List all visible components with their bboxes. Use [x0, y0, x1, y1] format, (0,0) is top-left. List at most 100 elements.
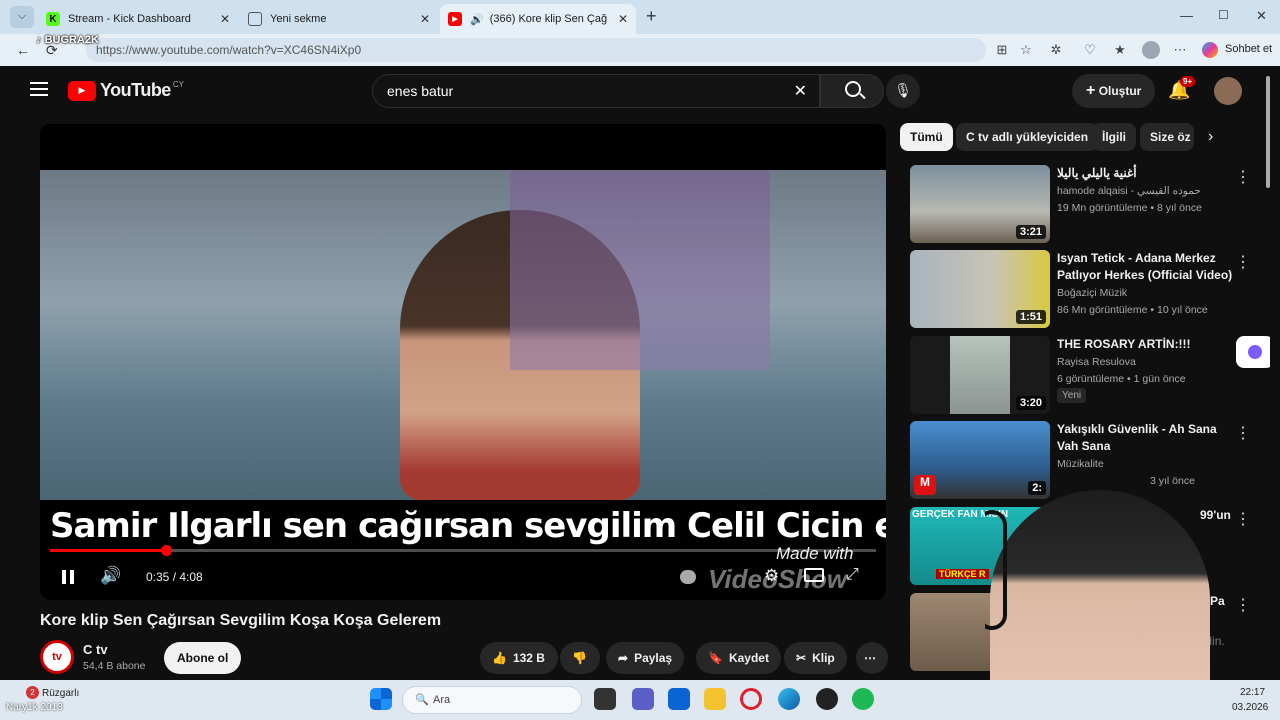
autoplay-toggle[interactable]	[680, 570, 696, 584]
kebab-menu-icon[interactable]: ⋮	[1235, 252, 1251, 272]
subscriber-count: 54,4 B abone	[83, 660, 146, 672]
fullscreen-icon[interactable]: ⤢	[846, 566, 859, 584]
progress-bar[interactable]	[50, 545, 876, 556]
task-view-icon[interactable]	[594, 688, 616, 710]
video-title: Yakışıklı Güvenlik - Ah Sana Vah Sana	[1057, 422, 1217, 453]
maximize-button[interactable]: ☐	[1218, 8, 1229, 22]
pause-button[interactable]	[62, 570, 76, 586]
microphone-icon: 🎙	[894, 82, 912, 98]
list-item[interactable]: 3:21 أغنية ياليلي ياليلا hamode alqaisi …	[910, 165, 1270, 245]
video-thumbnail[interactable]: 3:21	[910, 165, 1050, 243]
kebab-menu-icon[interactable]: ⋮	[1235, 423, 1251, 443]
minimize-button[interactable]: —	[1180, 8, 1193, 23]
teams-icon[interactable]	[632, 688, 654, 710]
close-icon[interactable]: ✕	[420, 12, 430, 26]
account-avatar[interactable]	[1214, 77, 1242, 105]
channel-avatar[interactable]: tv	[40, 640, 74, 674]
tab-newtab[interactable]: Yeni sekme ✕	[240, 4, 438, 34]
video-frame	[40, 170, 886, 500]
assistant-bubble[interactable]	[1236, 336, 1270, 368]
chip-related[interactable]: İlgili	[1092, 123, 1136, 151]
volume-icon: 🔊	[100, 566, 122, 585]
settings-icon[interactable]: ⚙	[764, 566, 779, 586]
video-player[interactable]: Samir Ilgarlı sen cağırsan sevgilim Celi…	[40, 124, 886, 600]
new-tab-button[interactable]: +	[646, 6, 657, 27]
clock-time[interactable]: 22:17	[1240, 687, 1265, 698]
duration-badge: 3:20	[1015, 396, 1046, 410]
edge-icon[interactable]	[778, 688, 800, 710]
obs-icon[interactable]	[816, 688, 838, 710]
close-icon[interactable]: ✕	[618, 12, 628, 26]
notifications-button[interactable]: 🔔 9+	[1168, 76, 1196, 101]
opera-icon[interactable]	[740, 688, 762, 710]
search-button[interactable]	[820, 74, 884, 108]
kick-icon: K	[46, 12, 60, 26]
address-bar[interactable]: https://www.youtube.com/watch?v=XC46SN4i…	[86, 38, 986, 62]
theater-mode-icon[interactable]	[804, 568, 824, 582]
list-item[interactable]: 1:51 Isyan Tetick - Adana Merkez Patlıyo…	[910, 250, 1270, 330]
create-label: Oluştur	[1098, 84, 1142, 98]
search-placeholder: Ara	[433, 694, 451, 706]
more-actions-button[interactable]: ⋯	[856, 642, 888, 674]
browser-essentials-icon[interactable]: ♡	[1082, 42, 1098, 58]
youtube-logo[interactable]: ▶ YouTube CY	[68, 80, 184, 101]
chat-label[interactable]: Sohbet et	[1225, 43, 1272, 55]
store-icon[interactable]	[668, 688, 690, 710]
create-button[interactable]: + Oluştur	[1072, 74, 1156, 108]
channel-name[interactable]: Boğaziçi Müzik	[1057, 287, 1127, 299]
save-button[interactable]: 🔖 Kaydet	[696, 642, 781, 674]
volume-button[interactable]: 🔊	[100, 566, 121, 586]
clear-search-icon[interactable]: ✕	[794, 81, 807, 101]
list-item[interactable]: 3:20 THE ROSARY ARTİN:!!! Rayisa Resulov…	[910, 336, 1270, 416]
share-button[interactable]: ➦ Paylaş	[606, 642, 685, 674]
spotify-icon[interactable]	[852, 688, 874, 710]
video-meta: 86 Mn görüntüleme • 10 yıl önce	[1057, 304, 1208, 316]
start-button[interactable]	[370, 688, 392, 710]
like-button[interactable]: 👍 132 B	[480, 642, 558, 674]
progress-handle[interactable]	[160, 545, 172, 556]
tab-kick[interactable]: K Stream - Kick Dashboard ✕	[38, 4, 238, 34]
chevron-right-icon[interactable]: ›	[1208, 128, 1213, 146]
subscribe-button[interactable]: Abone ol	[164, 642, 242, 674]
extensions-icon[interactable]: ✲	[1048, 42, 1064, 58]
file-explorer-icon[interactable]	[704, 688, 726, 710]
menu-icon[interactable]	[30, 82, 48, 96]
speaker-icon[interactable]: 🔊	[470, 13, 484, 26]
profile-avatar[interactable]	[1142, 41, 1160, 59]
video-title: Isyan Tetick - Adana Merkez Patlıyor Her…	[1057, 251, 1233, 282]
more-icon[interactable]: ⋯	[1172, 42, 1188, 58]
duration-badge: 3:21	[1015, 225, 1046, 239]
clock-date[interactable]: 03.2026	[1232, 702, 1268, 713]
kebab-menu-icon[interactable]: ⋮	[1235, 167, 1251, 187]
favorite-star-icon[interactable]: ☆	[1018, 42, 1034, 58]
chip-uploader[interactable]: C tv adlı yükleyiciden	[956, 123, 1099, 151]
channel-name[interactable]: Müzikalite	[1057, 458, 1104, 470]
youtube-logo-icon: ▶	[68, 80, 96, 101]
close-window-button[interactable]: ✕	[1256, 8, 1267, 24]
weather-sub: Nary1k 2013	[6, 702, 63, 713]
search-icon: 🔍	[415, 694, 429, 706]
tab-actions-button[interactable]: ⌵	[10, 6, 34, 28]
close-icon[interactable]: ✕	[220, 12, 230, 26]
dislike-button[interactable]: 👎	[560, 642, 600, 674]
channel-logo: M	[914, 475, 936, 495]
apps-icon[interactable]: ⊞	[994, 42, 1010, 58]
video-thumbnail[interactable]: 3:20	[910, 336, 1050, 414]
youtube-header: ▶ YouTube CY enes batur ✕ 🎙 + Oluştur 🔔 …	[10, 68, 1270, 188]
channel-name[interactable]: Rayisa Resulova	[1057, 356, 1136, 368]
copilot-icon[interactable]	[1202, 42, 1218, 58]
clip-button[interactable]: ✂ Klip	[784, 642, 847, 674]
channel-name[interactable]: C tv	[83, 642, 108, 657]
back-icon[interactable]: ←	[16, 42, 30, 58]
taskbar-search[interactable]: 🔍 Ara	[402, 686, 582, 714]
tab-title: (366) Kore klip Sen Çağırsan S	[489, 13, 608, 25]
voice-search-button[interactable]: 🎙	[886, 74, 920, 108]
video-thumbnail[interactable]: 1:51	[910, 250, 1050, 328]
favorites-icon[interactable]: ★	[1112, 42, 1128, 58]
chip-for-you[interactable]: Size öz	[1140, 123, 1194, 151]
tab-title: Yeni sekme	[270, 13, 327, 25]
search-input[interactable]: enes batur ✕	[372, 74, 820, 108]
tab-youtube[interactable]: ▶ 🔊 (366) Kore klip Sen Çağırsan S ✕	[440, 4, 636, 34]
channel-name[interactable]: hamode alqaisi - حموده القيسي	[1057, 185, 1201, 197]
chip-all[interactable]: Tümü	[900, 123, 953, 151]
